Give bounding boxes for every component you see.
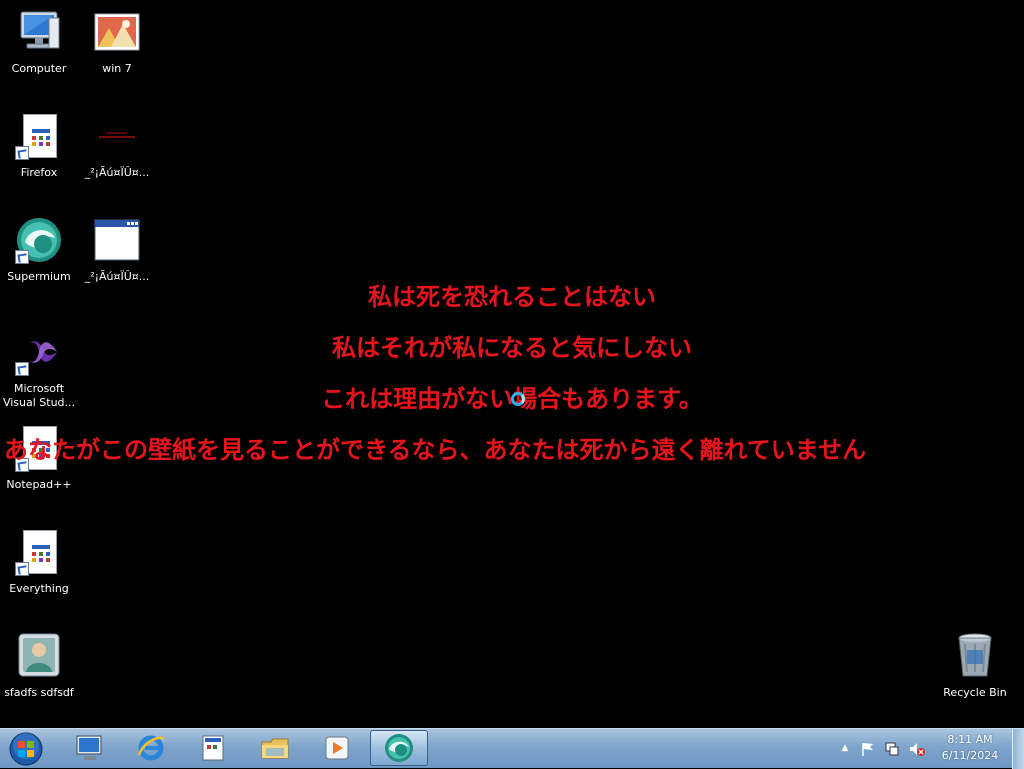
media-player-icon — [325, 736, 349, 760]
network-icon[interactable] — [884, 741, 900, 761]
desktop-icon-computer[interactable]: Computer — [0, 8, 78, 76]
taskbar-clock[interactable]: 8:11 AM 6/11/2024 — [934, 732, 1006, 764]
computer-management-icon — [76, 735, 102, 760]
volume-muted-icon[interactable] — [908, 741, 926, 761]
supermium-icon — [385, 734, 413, 762]
supermium-icon — [15, 216, 63, 264]
desktop-icon-label: sfadfs sdfsdf — [4, 686, 74, 699]
desktop-icon-label: Firefox — [20, 166, 58, 179]
action-center-flag-icon[interactable] — [860, 741, 876, 761]
wallpaper-text-line: 私はそれが私になると気にしない — [332, 334, 692, 362]
everything-icon — [15, 528, 63, 576]
shortcut-arrow-icon — [15, 362, 29, 376]
desktop-icon-everything[interactable]: Everything — [0, 528, 78, 596]
user-folder-icon — [15, 632, 63, 680]
file-explorer-icon — [261, 738, 289, 759]
clock-date: 6/11/2024 — [941, 749, 999, 762]
shortcut-arrow-icon — [15, 562, 29, 576]
desktop-icon-label: Notepad++ — [6, 478, 72, 491]
wallpaper-text-line: あなたがこの壁紙を見ることができるなら、あなたは死から遠く離れていません — [4, 436, 867, 464]
firefox-shortcut-icon — [15, 112, 63, 160]
taskbar-app-supermium[interactable] — [370, 730, 428, 766]
shortcut-arrow-icon — [15, 146, 29, 160]
shortcut-arrow-icon — [15, 250, 29, 264]
clock-time: 8:11 AM — [947, 733, 993, 746]
desktop: Computer Firefox Supermium Microsoft Vis… — [0, 0, 1024, 728]
broken-image-icon — [93, 112, 141, 160]
desktop-icon-win7[interactable]: win 7 — [78, 8, 156, 76]
desktop-icon-label: _²¡Ãú¤ÏÛ¤... — [84, 166, 150, 179]
desktop-icon-user-folder[interactable]: sfadfs sdfsdf — [0, 632, 78, 700]
desktop-icon-label: Recycle Bin — [943, 686, 1007, 699]
desktop-icon-label: Computer — [11, 62, 67, 75]
busy-cursor-icon — [511, 392, 525, 406]
taskbar-app-computer-management[interactable] — [60, 730, 118, 766]
show-desktop-button[interactable] — [1012, 729, 1024, 769]
show-hidden-icons-button[interactable]: ▲ — [838, 741, 852, 755]
desktop-icon-garbled-2[interactable]: _²¡Ãú¤ÏÛ¤... — [78, 216, 156, 284]
taskbar-app-internet-explorer[interactable] — [122, 730, 180, 766]
desktop-icon-recycle-bin[interactable]: Recycle Bin — [936, 632, 1014, 700]
chevron-up-icon: ▲ — [841, 743, 849, 753]
taskbar-app-media-player[interactable] — [308, 730, 366, 766]
wallpaper-text-line: 私は死を恐れることはない — [368, 283, 656, 311]
internet-explorer-icon — [137, 735, 165, 761]
taskbar: ▲ 8:11 AM 6/11/2024 — [0, 728, 1024, 769]
taskbar-app-application[interactable] — [184, 730, 242, 766]
desktop-icon-firefox[interactable]: Firefox — [0, 112, 78, 180]
image-file-icon — [93, 8, 141, 56]
system-tray: ▲ 8:11 AM 6/11/2024 — [834, 729, 1024, 769]
computer-icon — [15, 8, 63, 56]
desktop-icon-garbled-1[interactable]: _²¡Ãú¤ÏÛ¤... — [78, 112, 156, 180]
window-app-icon — [93, 216, 141, 264]
windows-orb-icon — [9, 732, 43, 766]
start-button[interactable] — [6, 731, 46, 767]
desktop-icon-label: Everything — [9, 582, 69, 595]
desktop-icon-label: win 7 — [102, 62, 132, 75]
recycle-bin-icon — [951, 632, 999, 680]
taskbar-app-file-explorer[interactable] — [246, 730, 304, 766]
application-icon — [202, 735, 224, 761]
desktop-icon-supermium[interactable]: Supermium — [0, 216, 78, 284]
